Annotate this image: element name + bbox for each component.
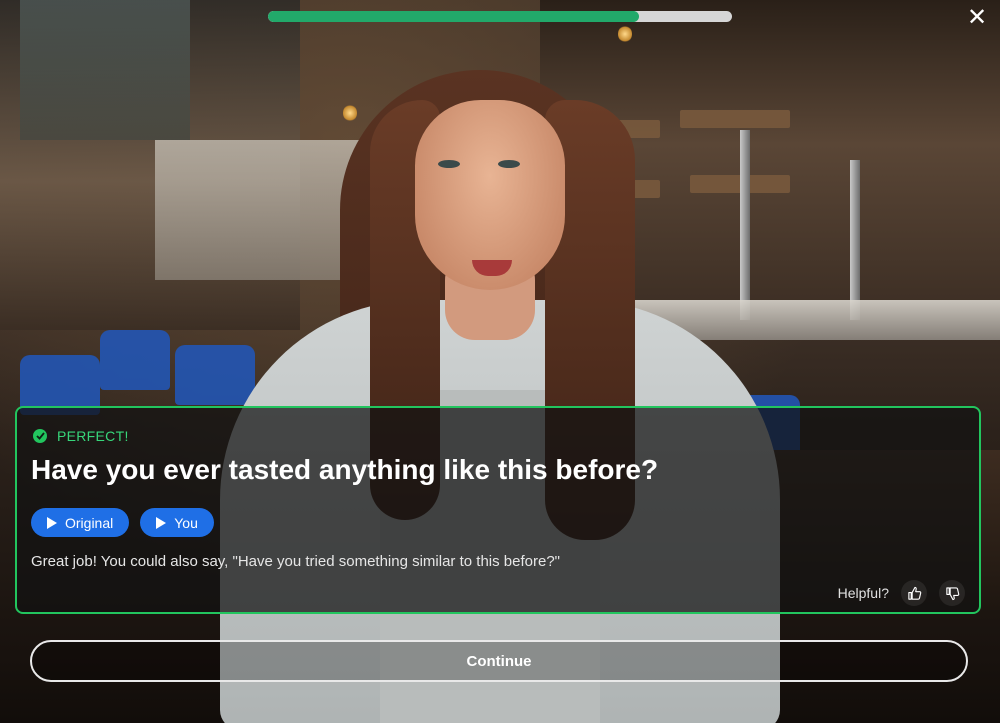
thumbs-down-icon [945,586,959,600]
close-icon: ✕ [966,3,988,31]
prompt-sentence: Have you ever tasted anything like this … [31,454,659,485]
helpful-row: Helpful? [838,580,965,606]
play-original-button[interactable]: Original [31,508,130,537]
thumbs-up-button[interactable] [901,580,927,606]
check-circle-icon [33,429,47,443]
progress-bar [268,11,732,22]
thumbs-down-button[interactable] [939,580,965,606]
audio-buttons: Original You [31,508,214,537]
play-you-label: You [174,514,198,531]
helpful-label: Helpful? [837,585,889,601]
play-original-label: Original [65,514,114,531]
play-icon [47,516,57,529]
thumbs-up-icon [907,586,921,600]
status-text: PERFECT! [57,428,129,444]
play-you-button[interactable]: You [140,508,214,537]
close-button[interactable]: ✕ [964,3,990,31]
speaker [210,60,790,723]
status-row: PERFECT! [33,428,129,444]
feedback-panel: PERFECT! Have you ever tasted anything l… [15,406,981,614]
progress-fill [268,11,640,22]
video-frame [0,0,1000,723]
suggestion-text: Great job! You could also say, "Have you… [31,553,560,570]
continue-button[interactable]: Continue [30,640,968,682]
continue-label: Continue [466,652,532,670]
play-icon [156,516,167,529]
